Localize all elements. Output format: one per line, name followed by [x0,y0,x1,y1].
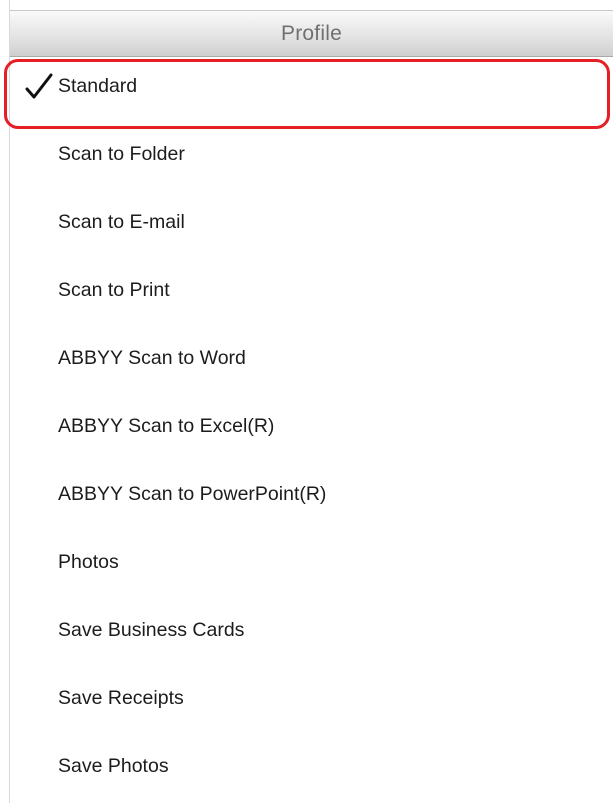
menu-item-scan-to-folder[interactable]: Scan to Folder [10,125,613,193]
menu-item-label: Scan to E-mail [58,211,185,233]
profile-menu: Profile Standard Scan to Folder Scan to E-… [0,0,613,803]
menu-item-abbyy-scan-to-word[interactable]: ABBYY Scan to Word [10,329,613,397]
menu-header-title: Profile [281,21,342,45]
menu-header: Profile [10,10,613,57]
menu-item-label: ABBYY Scan to PowerPoint(R) [58,483,327,505]
menu-item-label: Save Receipts [58,687,184,709]
menu-item-label: Photos [58,551,119,573]
menu-item-save-photos[interactable]: Save Photos [10,737,613,805]
menu-item-abbyy-scan-to-excel-r[interactable]: ABBYY Scan to Excel(R) [10,397,613,465]
menu-item-label: Scan to Folder [58,143,185,165]
menu-item-standard[interactable]: Standard [10,57,613,125]
menu-item-label: ABBYY Scan to Word [58,347,246,369]
menu-item-abbyy-scan-to-powerpoint-r[interactable]: ABBYY Scan to PowerPoint(R) [10,465,613,533]
menu-item-label: Standard [58,75,138,97]
menu-item-list: Standard Scan to Folder Scan to E-mail Scan… [10,57,613,805]
menu-item-photos[interactable]: Photos [10,533,613,601]
menu-item-label: Save Business Cards [58,619,245,641]
menu-item-scan-to-e-mail[interactable]: Scan to E-mail [10,193,613,261]
menu-item-label: Scan to Print [58,279,170,301]
menu-item-scan-to-print[interactable]: Scan to Print [10,261,613,329]
menu-item-label: Save Photos [58,755,169,777]
menu-item-save-business-cards[interactable]: Save Business Cards [10,601,613,669]
menu-item-save-receipts[interactable]: Save Receipts [10,669,613,737]
menu-item-label: ABBYY Scan to Excel(R) [58,415,275,437]
checkmark-icon [25,73,53,99]
